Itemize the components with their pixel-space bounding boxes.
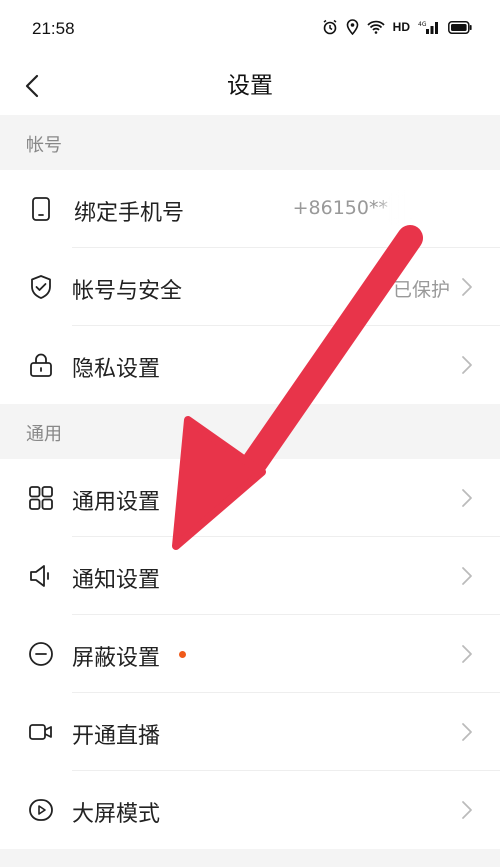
- chevron-right-icon: [462, 723, 472, 741]
- signal-icon: 4G: [418, 21, 438, 34]
- phone-icon: [32, 197, 50, 221]
- lock-icon: [30, 353, 52, 377]
- settings-row-label: 帐号与安全: [72, 279, 183, 304]
- status-icons: HD 4G: [322, 19, 472, 35]
- phone-number-value: +86150**: [292, 197, 388, 219]
- settings-row-label: 隐私设置: [72, 357, 161, 382]
- settings-row-general[interactable]: 通用设置: [0, 459, 500, 537]
- settings-row-big-screen[interactable]: 大屏模式: [0, 771, 500, 849]
- settings-row-account-security[interactable]: 帐号与安全 已保护: [0, 248, 500, 326]
- status-bar: 21:58 HD 4G: [0, 0, 500, 60]
- settings-row-label: 通用设置: [72, 490, 161, 515]
- network-type-label: HD: [392, 20, 410, 34]
- status-time: 21:58: [32, 19, 75, 38]
- alarm-icon: [323, 19, 337, 35]
- chevron-right-icon: [462, 645, 472, 663]
- location-icon: [346, 19, 358, 35]
- chevron-right-icon: [462, 801, 472, 819]
- settings-row-block[interactable]: 屏蔽设置: [0, 615, 500, 693]
- settings-row-privacy[interactable]: 隐私设置: [0, 326, 500, 404]
- section-header-account: 帐号: [0, 115, 500, 170]
- chevron-right-icon: [462, 489, 472, 507]
- chevron-right-icon: [462, 278, 472, 296]
- settings-row-label: 大屏模式: [72, 802, 161, 827]
- section-header-label: 通用: [26, 424, 62, 445]
- settings-row-label: 开通直播: [72, 724, 161, 749]
- account-group: 绑定手机号 +86150** 帐号与安全 已保护 隐私设置: [0, 170, 500, 404]
- settings-row-live[interactable]: 开通直播: [0, 693, 500, 771]
- nav-bar: 设置: [0, 60, 500, 115]
- section-header-label: 帐号: [26, 135, 62, 156]
- chevron-right-icon: [462, 567, 472, 585]
- section-header-general: 通用: [0, 404, 500, 459]
- settings-row-label: 屏蔽设置: [72, 646, 161, 671]
- settings-row-label: 通知设置: [72, 568, 161, 593]
- play-circle-icon: [29, 799, 53, 821]
- shield-icon: [31, 275, 51, 299]
- new-badge-dot: [179, 651, 186, 658]
- settings-row-bind-phone[interactable]: 绑定手机号 +86150**: [0, 170, 500, 248]
- page-title: 设置: [227, 73, 273, 99]
- wifi-icon: [367, 20, 385, 34]
- settings-row-label: 绑定手机号: [74, 201, 185, 226]
- chevron-right-icon: [462, 356, 472, 374]
- general-group: 通用设置 通知设置 屏蔽设置 开通直播 大屏模式: [0, 459, 500, 849]
- svg-text:4G: 4G: [418, 21, 427, 28]
- settings-row-notification[interactable]: 通知设置: [0, 537, 500, 615]
- minus-circle-icon: [29, 642, 53, 666]
- video-camera-icon: [29, 724, 52, 740]
- speaker-icon: [30, 565, 49, 587]
- grid-icon: [29, 486, 53, 510]
- phone-number-mask: [382, 192, 452, 226]
- battery-icon: [448, 20, 472, 34]
- security-status-value: 已保护: [392, 279, 450, 301]
